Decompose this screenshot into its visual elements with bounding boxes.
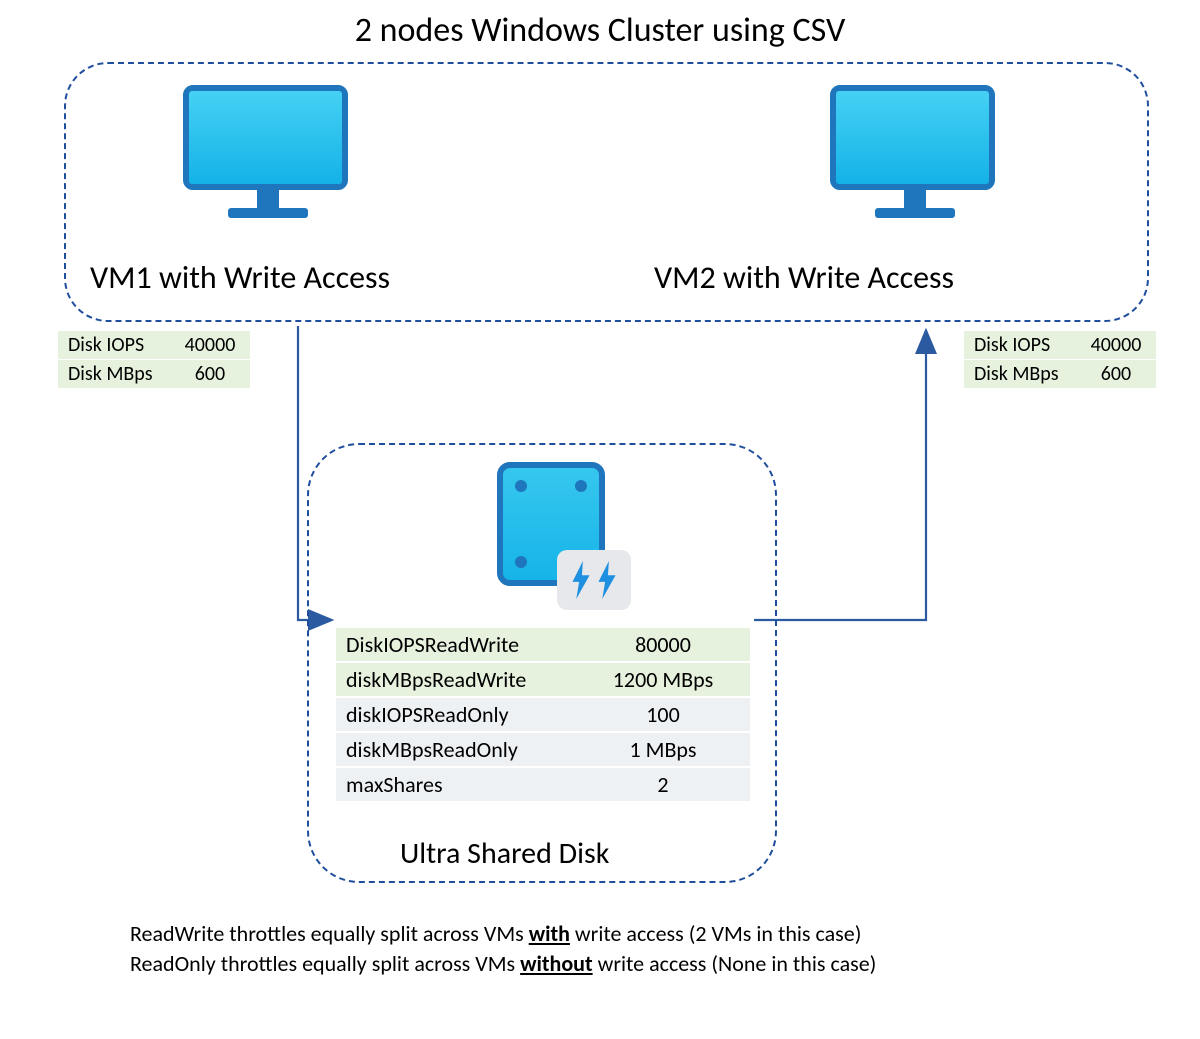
- disk-row0-label: DiskIOPSReadWrite: [336, 627, 576, 662]
- fn1-pre: ReadWrite throttles equally split across…: [130, 920, 529, 947]
- lightning-icon: [557, 550, 631, 610]
- footnote-line-1: ReadWrite throttles equally split across…: [130, 920, 861, 947]
- vm2-mbps-label: Disk MBps: [964, 360, 1076, 389]
- disk-row3-value: 1 MBps: [576, 732, 750, 767]
- disk-row3-label: diskMBpsReadOnly: [336, 732, 576, 767]
- disk-row4-label: maxShares: [336, 767, 576, 801]
- vm2-mbps-value: 600: [1076, 360, 1156, 389]
- vm1-metrics-table: Disk IOPS 40000 Disk MBps 600: [58, 330, 250, 389]
- disk-row2-label: diskIOPSReadOnly: [336, 697, 576, 732]
- vm1-monitor-icon: [183, 85, 353, 225]
- vm1-label: VM1 with Write Access: [90, 258, 390, 297]
- vm2-monitor-icon: [830, 85, 1000, 225]
- vm1-mbps-value: 600: [170, 360, 250, 389]
- disk-row1-label: diskMBpsReadWrite: [336, 662, 576, 697]
- vm1-iops-label: Disk IOPS: [58, 331, 170, 360]
- disk-row4-value: 2: [576, 767, 750, 801]
- fn2-underline: without: [520, 950, 593, 977]
- vm1-mbps-label: Disk MBps: [58, 360, 170, 389]
- vm1-iops-value: 40000: [170, 331, 250, 360]
- ultra-disk-icon: [497, 462, 617, 612]
- disk-row0-value: 80000: [576, 627, 750, 662]
- footnote-line-2: ReadOnly throttles equally split across …: [130, 950, 876, 977]
- vm2-iops-label: Disk IOPS: [964, 331, 1076, 360]
- fn1-post: write access (2 VMs in this case): [570, 920, 861, 947]
- vm2-metrics-table: Disk IOPS 40000 Disk MBps 600: [964, 330, 1156, 389]
- fn2-post: write access (None in this case): [593, 950, 877, 977]
- disk-title: Ultra Shared Disk: [400, 835, 609, 872]
- diagram-title: 2 nodes Windows Cluster using CSV: [0, 10, 1200, 51]
- fn2-pre: ReadOnly throttles equally split across …: [130, 950, 520, 977]
- disk-properties-table: DiskIOPSReadWrite 80000 diskMBpsReadWrit…: [336, 626, 750, 801]
- disk-row1-value: 1200 MBps: [576, 662, 750, 697]
- disk-row2-value: 100: [576, 697, 750, 732]
- fn1-underline: with: [529, 920, 570, 947]
- vm2-iops-value: 40000: [1076, 331, 1156, 360]
- vm2-label: VM2 with Write Access: [654, 258, 954, 297]
